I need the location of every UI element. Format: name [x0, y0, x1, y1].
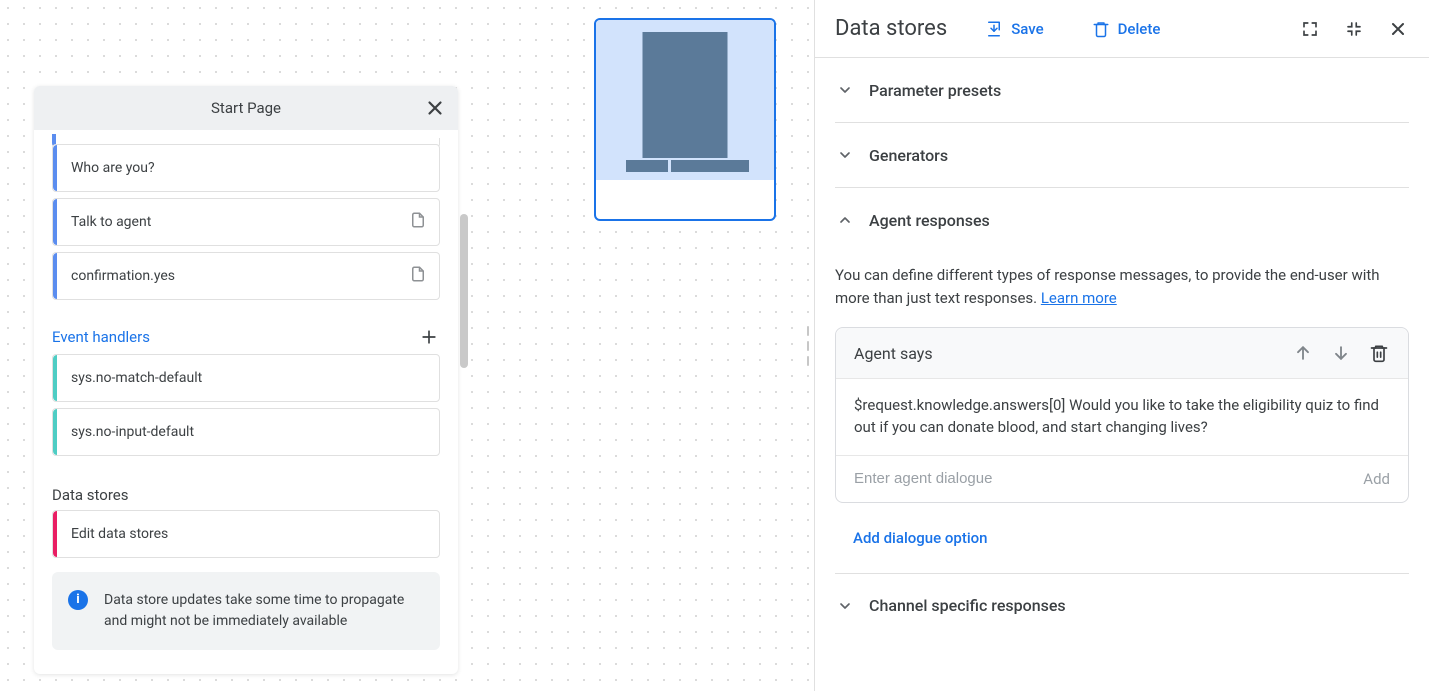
flow-node-selected[interactable]	[594, 18, 776, 221]
data-stores-header: Data stores	[52, 486, 440, 504]
edit-data-stores-item[interactable]: Edit data stores	[52, 510, 440, 558]
fullscreen-icon[interactable]	[1299, 18, 1321, 40]
close-icon[interactable]	[1387, 18, 1409, 40]
intent-route-confirmation-yes[interactable]: confirmation.yes	[52, 252, 440, 300]
add-dialogue-inline-button[interactable]: Add	[1363, 470, 1390, 488]
section-label: Parameter presets	[869, 81, 1001, 100]
data-stores-title: Data stores	[52, 486, 129, 504]
add-dialogue-option-button[interactable]: Add dialogue option	[835, 503, 988, 573]
right-panel: Data stores Save Delete Parameter preset…	[814, 0, 1429, 691]
save-button[interactable]: Save	[975, 14, 1053, 44]
section-label: Generators	[869, 146, 948, 165]
start-page-body: Who are you? Talk to agent confirmation.…	[34, 144, 458, 674]
chevron-down-icon	[835, 145, 855, 165]
right-panel-body: Parameter presets Generators Agent respo…	[815, 58, 1429, 691]
event-handler-no-input[interactable]: sys.no-input-default	[52, 408, 440, 456]
page-link-icon	[409, 265, 427, 287]
right-panel-title: Data stores	[835, 16, 947, 41]
agent-says-title: Agent says	[854, 344, 1276, 363]
section-channel-specific[interactable]: Channel specific responses	[835, 573, 1409, 638]
info-icon: i	[68, 590, 88, 610]
agent-says-header: Agent says	[836, 328, 1408, 379]
agent-says-text[interactable]: $request.knowledge.answers[0] Would you …	[836, 379, 1408, 456]
panel-resize-handle[interactable]	[804, 326, 812, 366]
event-handler-no-match[interactable]: sys.no-match-default	[52, 354, 440, 402]
close-icon[interactable]	[424, 97, 446, 119]
add-event-handler-icon[interactable]	[418, 326, 440, 348]
section-label: Channel specific responses	[869, 596, 1066, 615]
intent-label: Who are you?	[71, 160, 155, 176]
move-up-icon[interactable]	[1292, 342, 1314, 364]
section-agent-responses[interactable]: Agent responses	[835, 188, 1409, 252]
agent-dialogue-input-row: Add	[836, 456, 1408, 502]
section-generators[interactable]: Generators	[835, 123, 1409, 188]
section-parameter-presets[interactable]: Parameter presets	[835, 58, 1409, 123]
agent-says-card: Agent says $request.knowledge.answers[0]…	[835, 327, 1409, 503]
event-label: sys.no-input-default	[71, 424, 194, 440]
page-link-icon	[409, 211, 427, 233]
agent-responses-description: You can define different types of respon…	[835, 252, 1409, 327]
intent-route-who-are-you[interactable]: Who are you?	[52, 144, 440, 192]
exit-fullscreen-icon[interactable]	[1343, 18, 1365, 40]
data-stores-item-label: Edit data stores	[71, 526, 168, 542]
event-label: sys.no-match-default	[71, 370, 202, 386]
delete-label: Delete	[1118, 20, 1161, 38]
start-page-title: Start Page	[211, 99, 281, 117]
intent-label: Talk to agent	[71, 214, 151, 230]
flow-canvas[interactable]: Start Page Who are you? Talk to agent co…	[0, 0, 812, 691]
info-banner: i Data store updates take some time to p…	[52, 572, 440, 650]
agent-dialogue-input[interactable]	[854, 470, 1363, 487]
learn-more-link[interactable]: Learn more	[1041, 289, 1117, 307]
chevron-down-icon	[835, 80, 855, 100]
delete-button[interactable]: Delete	[1082, 14, 1171, 44]
trash-icon[interactable]	[1368, 342, 1390, 364]
intent-label: confirmation.yes	[71, 268, 175, 284]
right-panel-header: Data stores Save Delete	[815, 0, 1429, 58]
info-text: Data store updates take some time to pro…	[104, 592, 404, 629]
section-label: Agent responses	[869, 211, 990, 230]
intent-route-talk-to-agent[interactable]: Talk to agent	[52, 198, 440, 246]
event-handlers-title: Event handlers	[52, 328, 150, 346]
start-page-panel: Start Page Who are you? Talk to agent co…	[34, 86, 458, 674]
scrollbar-thumb[interactable]	[460, 214, 468, 368]
chevron-down-icon	[835, 596, 855, 616]
save-label: Save	[1011, 20, 1043, 38]
start-page-header: Start Page	[34, 86, 458, 130]
chevron-up-icon	[835, 210, 855, 230]
node-thumbnail	[596, 20, 774, 180]
move-down-icon[interactable]	[1330, 342, 1352, 364]
event-handlers-header[interactable]: Event handlers	[52, 326, 440, 348]
